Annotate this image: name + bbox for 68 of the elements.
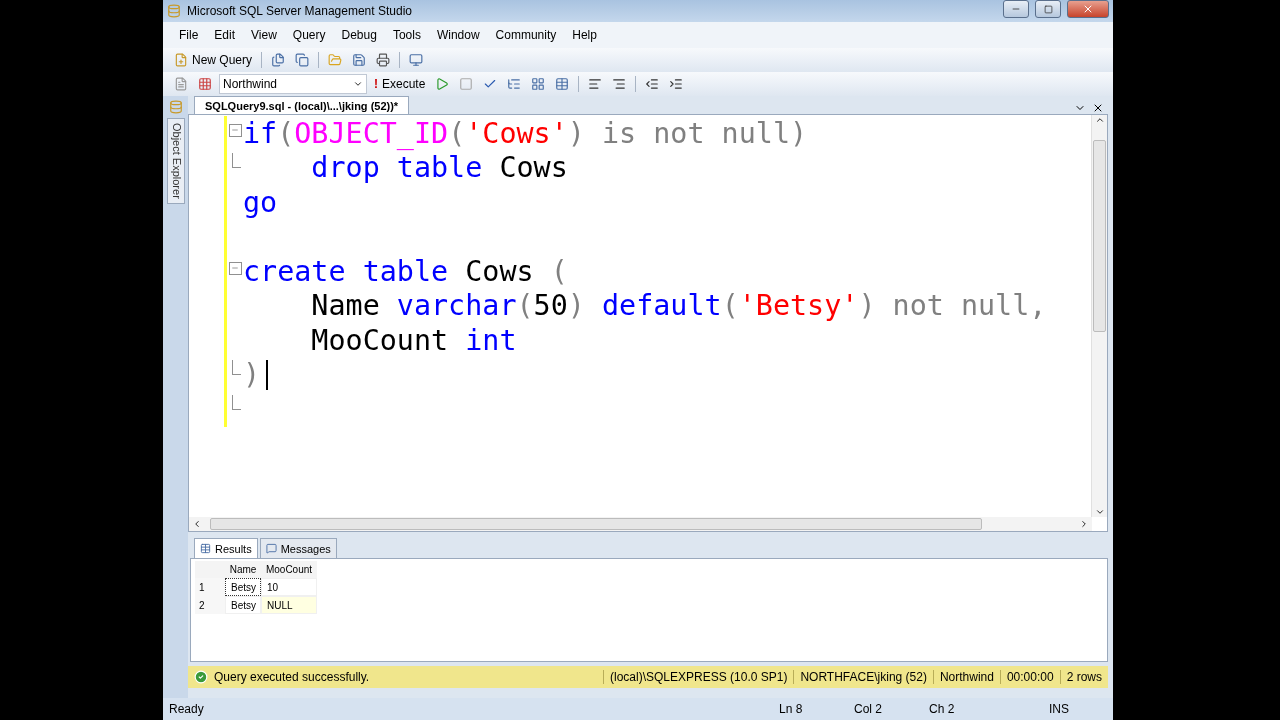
column-header[interactable]: MooCount [261, 561, 317, 578]
mode-indicator: INS [1049, 702, 1070, 716]
fold-end-icon [231, 394, 241, 410]
line-indicator: Ln 8 [779, 702, 804, 716]
maximize-icon [1043, 4, 1053, 14]
collapse-icon[interactable] [228, 123, 242, 137]
status-segment: (local)\SQLEXPRESS (10.0 SP1) [603, 670, 794, 684]
status-segment: NORTHFACE\jking (52) [793, 670, 933, 684]
status-message: Query executed successfully. [214, 670, 370, 684]
scroll-down-icon[interactable] [1094, 507, 1105, 517]
menu-item[interactable]: Community [487, 28, 565, 42]
menu-item[interactable]: Edit [206, 28, 244, 42]
table-cell[interactable]: Betsy [225, 578, 261, 596]
scroll-right-icon[interactable] [1079, 519, 1089, 529]
close-icon[interactable] [1092, 102, 1104, 114]
results-tab[interactable]: Results [194, 538, 258, 558]
fold-end-icon [231, 360, 241, 376]
collapse-icon[interactable] [228, 261, 242, 275]
close-icon [1082, 3, 1094, 15]
code-editor[interactable]: if(OBJECT_ID('Cows') is not null) drop table Cows go create table Cows ( Name varchar(50) default('Betsy') not null, MooCount int ) [188, 114, 1108, 532]
fold-end-icon [231, 153, 241, 169]
table-cell[interactable]: 10 [261, 578, 317, 596]
scroll-left-icon[interactable] [192, 519, 202, 529]
new-query-button[interactable]: New Query [171, 52, 256, 68]
row-number: 2 [195, 596, 225, 614]
scroll-up-icon[interactable] [1094, 115, 1105, 125]
database-dropdown[interactable]: Northwind [219, 74, 367, 94]
menu-item[interactable]: Help [564, 28, 605, 42]
status-text: Ready [169, 702, 205, 716]
menu-item[interactable]: File [171, 28, 207, 42]
window-title: Microsoft SQL Server Management Studio [187, 4, 413, 18]
menu-item[interactable]: Window [428, 28, 488, 42]
menu-item[interactable]: Query [284, 28, 334, 42]
code-line: drop table Cows [310, 151, 568, 185]
results-tab[interactable]: Messages [259, 538, 337, 558]
code-line: go [243, 185, 278, 219]
char-indicator: Ch 2 [929, 702, 956, 716]
code-line: MooCount int [310, 323, 517, 357]
success-icon [194, 670, 208, 684]
menu-item[interactable]: View [243, 28, 285, 42]
dropdown-caret-icon [353, 79, 363, 89]
column-header[interactable]: Name [225, 561, 261, 578]
row-number: 1 [195, 578, 225, 596]
message-icon [265, 543, 277, 554]
status-segment: 00:00:00 [999, 670, 1060, 684]
app-icon [167, 4, 181, 18]
document-tab[interactable]: SQLQuery9.sql - (local)\...\jking (52))* [194, 96, 410, 114]
code-line: Name varchar(50) default('Betsy') not null, [310, 289, 1047, 323]
maximize-button[interactable] [1035, 0, 1061, 18]
close-button[interactable] [1067, 0, 1109, 18]
minimize-button[interactable] [1003, 0, 1029, 18]
menu-item[interactable]: Debug [333, 28, 385, 42]
code-line: if(OBJECT_ID('Cows') is not null) [243, 116, 808, 150]
status-segment: Northwind [932, 670, 1000, 684]
grid-icon [200, 543, 211, 554]
vertical-scrollbar[interactable] [1091, 115, 1107, 517]
code-line: create table Cows ( [243, 254, 568, 288]
execute-button[interactable]: ! Execute [371, 76, 429, 92]
table-cell[interactable]: NULL [261, 596, 317, 614]
menu-item[interactable]: Tools [384, 28, 429, 42]
new-file-icon [174, 53, 188, 67]
table-cell[interactable]: Betsy [225, 596, 261, 614]
server-icon [168, 100, 183, 114]
horizontal-scrollbar[interactable] [189, 517, 1092, 531]
code-line: ) [243, 358, 261, 392]
column-indicator: Col 2 [854, 702, 883, 716]
status-segment: 2 rows [1059, 670, 1108, 684]
object-explorer-tab[interactable]: Object Explorer [166, 118, 185, 204]
